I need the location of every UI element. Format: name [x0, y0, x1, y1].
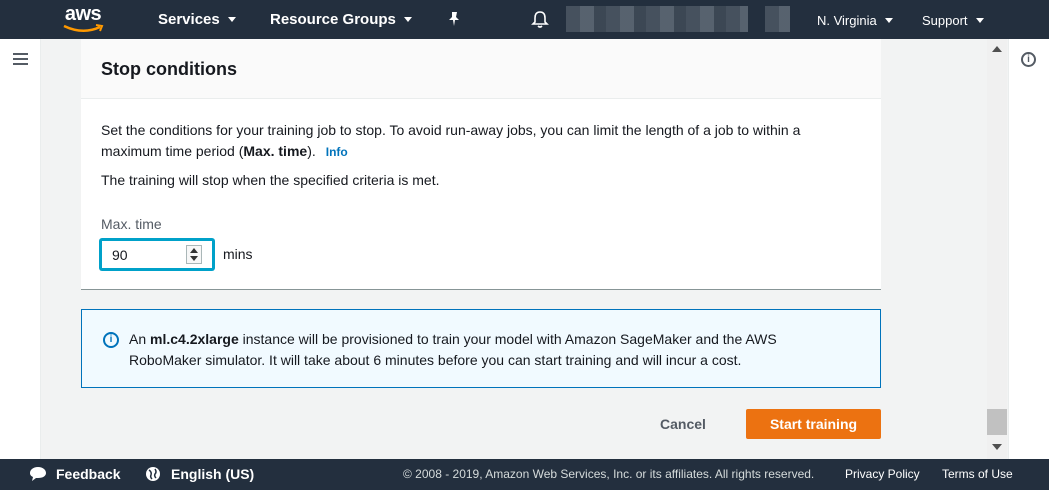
services-menu[interactable]: Services	[158, 11, 236, 28]
criteria-text: The training will stop when the specifie…	[101, 172, 440, 188]
scroll-down-icon[interactable]	[992, 444, 1002, 450]
privacy-policy-link[interactable]: Privacy Policy	[845, 467, 920, 481]
support-menu[interactable]: Support	[922, 13, 984, 28]
services-label: Services	[158, 11, 220, 28]
account-name-redacted[interactable]	[566, 6, 748, 32]
hamburger-menu-icon[interactable]	[13, 53, 28, 65]
info-icon: i	[103, 332, 119, 348]
description-bold: Max. time	[243, 143, 308, 159]
copyright-text: © 2008 - 2019, Amazon Web Services, Inc.…	[403, 467, 815, 481]
alert-prefix: An	[129, 331, 151, 347]
cancel-button[interactable]: Cancel	[660, 416, 706, 432]
info-alert: i An ml.c4.2xlarge instance will be prov…	[81, 309, 881, 388]
language-selector[interactable]: English (US)	[171, 466, 254, 482]
resource-groups-label: Resource Groups	[270, 11, 396, 28]
account-caret-redacted[interactable]	[765, 6, 790, 32]
stepper-down-icon[interactable]	[190, 256, 198, 261]
panel-description: Set the conditions for your training job…	[101, 120, 861, 163]
terms-of-use-link[interactable]: Terms of Use	[942, 467, 1013, 481]
aws-smile-icon	[63, 24, 104, 32]
footer-bar: Feedback English (US) © 2008 - 2019, Ama…	[0, 459, 1049, 490]
description-suffix: ).	[307, 143, 316, 159]
region-selector[interactable]: N. Virginia	[817, 13, 893, 28]
globe-icon	[146, 467, 160, 481]
number-stepper[interactable]	[186, 245, 202, 264]
chevron-down-icon	[403, 16, 412, 22]
max-time-input[interactable]: 90	[100, 239, 214, 270]
scroll-up-icon[interactable]	[992, 46, 1002, 52]
aws-logo[interactable]: aws	[60, 3, 106, 35]
info-link[interactable]: Info	[326, 145, 348, 159]
top-navigation-bar: aws Services Resource Groups N. Virginia…	[0, 0, 1049, 39]
bell-icon[interactable]	[531, 10, 549, 29]
scroll-thumb[interactable]	[987, 409, 1007, 435]
chat-bubble-icon	[30, 467, 46, 481]
vertical-scrollbar[interactable]	[987, 39, 1007, 459]
right-info-strip: i	[1008, 39, 1049, 459]
panel-title: Stop conditions	[101, 59, 237, 79]
resource-groups-menu[interactable]: Resource Groups	[270, 11, 412, 28]
max-time-value: 90	[112, 247, 128, 263]
pin-icon[interactable]	[447, 11, 461, 27]
chevron-down-icon	[227, 16, 236, 22]
region-label: N. Virginia	[817, 13, 877, 28]
chevron-down-icon	[884, 18, 893, 24]
support-label: Support	[922, 13, 968, 28]
start-training-button[interactable]: Start training	[746, 409, 881, 439]
panel-header: Stop conditions	[81, 39, 881, 99]
alert-text: An ml.c4.2xlarge instance will be provis…	[129, 329, 829, 371]
feedback-link[interactable]: Feedback	[56, 466, 121, 482]
instance-type: ml.c4.2xlarge	[150, 331, 239, 347]
stepper-up-icon[interactable]	[190, 248, 198, 253]
left-navigation-strip	[0, 39, 41, 459]
max-time-unit: mins	[223, 246, 253, 262]
chevron-down-icon	[975, 18, 984, 24]
description-text: Set the conditions for your training job…	[101, 122, 801, 159]
info-panel-icon[interactable]: i	[1021, 52, 1036, 67]
max-time-label: Max. time	[101, 216, 162, 232]
stop-conditions-panel: Stop conditions Set the conditions for y…	[81, 39, 881, 290]
